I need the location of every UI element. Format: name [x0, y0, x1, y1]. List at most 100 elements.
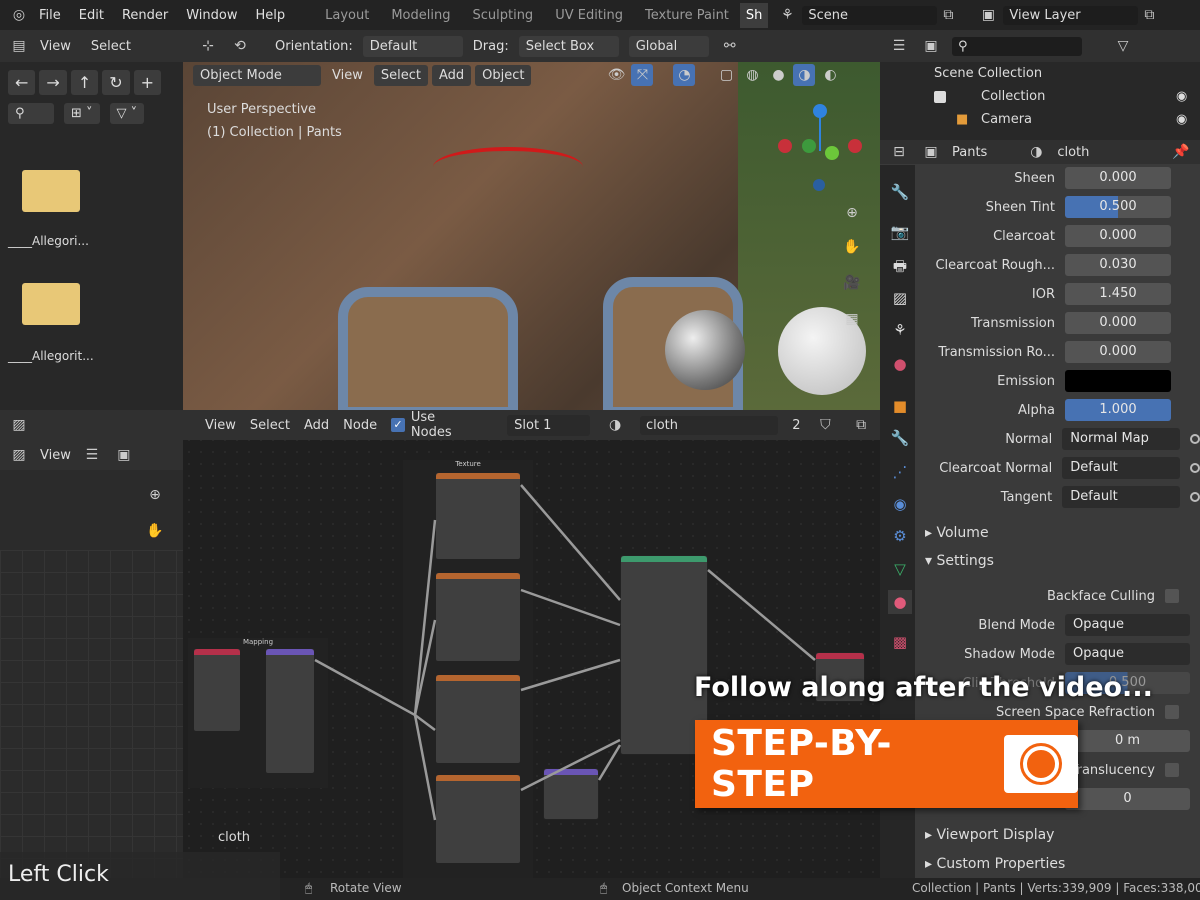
property-value-field[interactable]: 0.000 [1065, 312, 1171, 334]
tab-uv-editing[interactable]: UV Editing [544, 8, 634, 23]
menu-help[interactable]: Help [247, 8, 295, 23]
view-layer-tab-icon[interactable]: ▨ [888, 286, 912, 310]
property-value-field[interactable] [1065, 370, 1171, 392]
menu-select[interactable]: Select [91, 39, 131, 54]
property-value-field[interactable]: 0.000 [1065, 225, 1171, 247]
view-mode-icon[interactable]: ▨ [8, 444, 30, 466]
zoom-icon[interactable]: ⊕ [841, 202, 863, 224]
zoom-icon[interactable]: ⊕ [144, 484, 166, 506]
mode-dropdown[interactable]: Object Mode [193, 64, 321, 86]
property-value-field[interactable]: 0.000 [1065, 167, 1171, 189]
transform-pivot-icon[interactable]: ⊹ [197, 35, 219, 57]
backface-culling-checkbox[interactable] [1165, 589, 1179, 603]
ortho-grid-icon[interactable]: ▦ [841, 308, 863, 330]
pin-icon[interactable]: 📌 [1170, 141, 1192, 163]
visibility-icon[interactable]: 👁 [605, 64, 627, 86]
menu-hamburger-icon[interactable]: ☰ [81, 444, 103, 466]
step-by-step-banner[interactable]: STEP-BY-STEP [695, 720, 1078, 808]
object-tab-icon[interactable]: ■ [888, 394, 912, 418]
settings-panel[interactable]: ▾ Settings [915, 548, 1200, 574]
menu-file[interactable]: File [30, 8, 70, 23]
pan-hand-icon[interactable]: ✋ [144, 520, 166, 542]
property-value-field[interactable]: 0.030 [1065, 254, 1171, 276]
physics-tab-icon[interactable]: ◉ [888, 492, 912, 516]
menu-view[interactable]: View [325, 65, 370, 86]
refresh-icon[interactable]: ↻ [102, 70, 130, 95]
socket-link-icon[interactable] [1190, 492, 1200, 502]
custom-properties-panel[interactable]: ▸ Custom Properties [915, 851, 1200, 877]
blend-mode-dropdown[interactable]: Opaque [1065, 614, 1190, 636]
parent-dir-icon[interactable]: ↑ [70, 70, 99, 95]
tab-sculpting[interactable]: Sculpting [461, 8, 544, 23]
image-browse-icon[interactable]: ▣ [113, 444, 135, 466]
transform-orientation-dropdown[interactable]: Global [628, 35, 709, 57]
pass-index-field[interactable]: 0 [1065, 788, 1190, 810]
orientation-dropdown[interactable]: Default [362, 35, 463, 57]
back-icon[interactable]: ← [8, 70, 36, 95]
ssr-checkbox[interactable] [1165, 705, 1179, 719]
camera-item[interactable]: Camera [981, 112, 1032, 127]
folder-icon[interactable] [22, 170, 80, 212]
editor-type-icon[interactable]: ▨ [8, 414, 30, 436]
menu-view[interactable]: View [40, 448, 71, 463]
navigation-gizmo[interactable] [775, 104, 865, 194]
refraction-depth-field[interactable]: 0 m [1065, 730, 1190, 752]
volume-panel[interactable]: ▸ Volume [915, 520, 1200, 546]
display-mode-icon[interactable]: ▣ [920, 35, 942, 57]
visibility-eye-icon[interactable]: ◉ [1176, 112, 1187, 127]
collection-item[interactable]: Collection [981, 89, 1045, 104]
viewport-display-panel[interactable]: ▸ Viewport Display [915, 822, 1200, 848]
forward-icon[interactable]: → [39, 70, 67, 95]
view-layer-icon[interactable]: ▣ [977, 4, 999, 26]
property-value-field[interactable]: Normal Map [1062, 428, 1181, 450]
world-tab-icon[interactable]: ● [888, 352, 912, 376]
scene-icon[interactable]: ⚘ [776, 4, 798, 26]
view-layer-field[interactable]: View Layer [1003, 5, 1139, 25]
search-icon[interactable]: ⚲ [8, 103, 54, 124]
editor-type-icon[interactable]: ⊟ [888, 141, 910, 163]
folder-icon[interactable] [22, 283, 80, 325]
scene-field[interactable]: Scene [802, 5, 938, 25]
outliner-search[interactable]: ⚲ [952, 36, 1082, 56]
data-tab-icon[interactable]: ▽ [888, 557, 912, 581]
tab-layout[interactable]: Layout [314, 8, 380, 23]
filter-icon[interactable]: ▽ [1112, 35, 1134, 57]
folder-label[interactable]: ____Allegorit... [8, 349, 94, 363]
menu-add[interactable]: Add [431, 64, 472, 86]
display-mode-icon[interactable]: ⊞ ˅ [64, 103, 100, 124]
property-value-field[interactable]: 0.000 [1065, 341, 1171, 363]
property-value-field[interactable]: Default [1062, 486, 1181, 508]
editor-type-icon[interactable]: ☰ [888, 35, 910, 57]
modifier-tab-icon[interactable]: 🔧 [888, 426, 912, 450]
menu-edit[interactable]: Edit [70, 8, 113, 23]
viewport-3d[interactable]: Object Mode View Select Add Object 👁 ⤧ ◔… [183, 62, 880, 410]
pan-hand-icon[interactable]: ✋ [841, 236, 863, 258]
menu-window[interactable]: Window [177, 8, 246, 23]
xray-icon[interactable]: ▢ [715, 64, 737, 86]
translucency-checkbox[interactable] [1165, 763, 1179, 777]
new-folder-icon[interactable]: + [133, 70, 162, 95]
menu-view[interactable]: View [40, 39, 71, 54]
transform-icon[interactable]: ⟲ [229, 35, 251, 57]
folder-label[interactable]: ____Allegori... [8, 234, 89, 248]
render-tab-icon[interactable]: 📷 [888, 220, 912, 244]
filter-icon[interactable]: ▽ ˅ [109, 103, 145, 124]
shading-material-icon[interactable]: ◑ [793, 64, 816, 86]
shading-rendered-icon[interactable]: ◐ [819, 64, 841, 86]
tab-texture-paint[interactable]: Texture Paint [634, 8, 740, 23]
material-tab-icon[interactable]: ● [888, 590, 912, 614]
gizmo-icon[interactable]: ⤧ [631, 64, 654, 86]
menu-render[interactable]: Render [113, 8, 177, 23]
tab-shading[interactable]: Sh [739, 2, 769, 28]
shading-wireframe-icon[interactable]: ◍ [741, 64, 763, 86]
socket-link-icon[interactable] [1190, 434, 1200, 444]
property-value-field[interactable]: 1.000 [1065, 399, 1171, 421]
overlay-icon[interactable]: ◔ [673, 64, 696, 86]
scene-tab-icon[interactable]: ⚘ [888, 318, 912, 342]
collection-checkbox[interactable] [934, 91, 946, 103]
property-value-field[interactable]: 1.450 [1065, 283, 1171, 305]
blender-logo-icon[interactable]: ◎ [8, 4, 30, 26]
output-tab-icon[interactable]: 🖶 [888, 254, 912, 278]
drag-dropdown[interactable]: Select Box [518, 35, 619, 57]
tool-tab-icon[interactable]: 🔧 [888, 180, 912, 204]
